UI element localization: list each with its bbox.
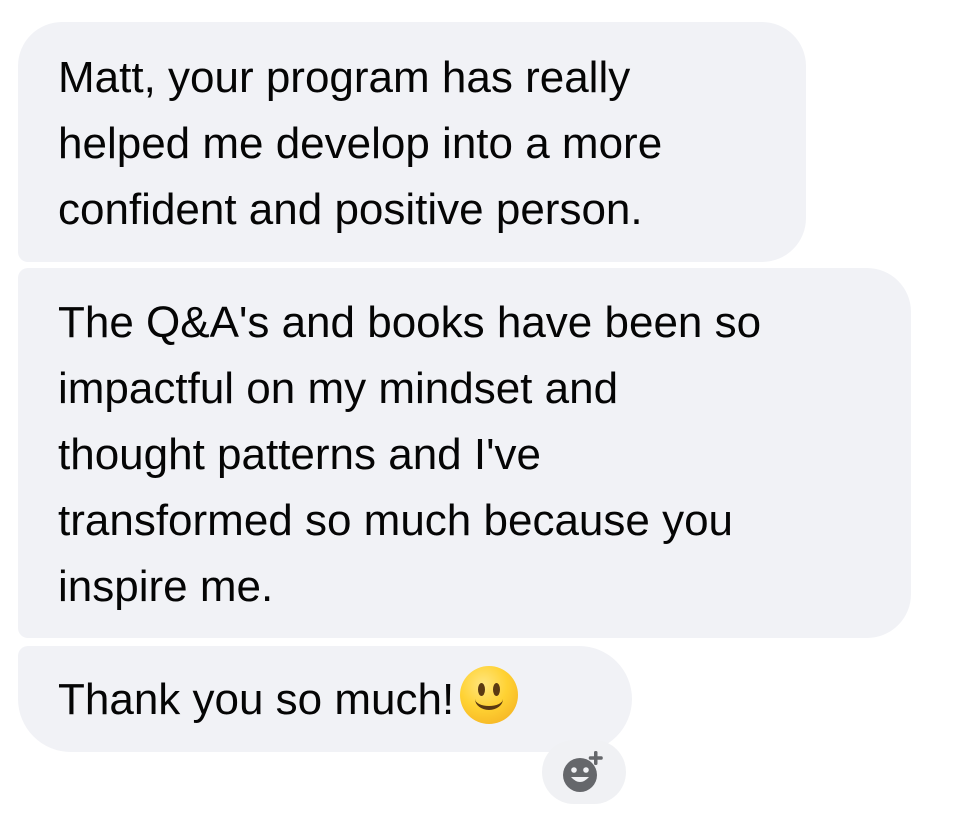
- message-bubble[interactable]: Thank you so much!: [18, 646, 632, 752]
- message-bubble[interactable]: Matt, your program has really helped me …: [18, 22, 806, 262]
- message-text: Thank you so much!: [58, 675, 455, 724]
- add-reaction-button[interactable]: [542, 740, 626, 804]
- message-text-line: Thank you so much!: [58, 666, 592, 733]
- message-text-line: helped me develop into a more: [58, 119, 663, 168]
- message-bubble[interactable]: The Q&A's and books have been so impactf…: [18, 268, 911, 638]
- message-text-line: Matt, your program has really: [58, 53, 631, 102]
- slightly-smiling-face-emoji-icon: [460, 666, 519, 724]
- message-text-line: The Q&A's and books have been so: [58, 298, 762, 347]
- message-text-line: confident and positive person.: [58, 185, 643, 234]
- message-text-line: inspire me.: [58, 562, 274, 611]
- message-text-line: thought patterns and I've: [58, 430, 541, 479]
- message-text-line: impactful on my mindset and: [58, 364, 619, 413]
- add-reaction-icon: [563, 751, 603, 792]
- message-text-line: transformed so much because you: [58, 496, 734, 545]
